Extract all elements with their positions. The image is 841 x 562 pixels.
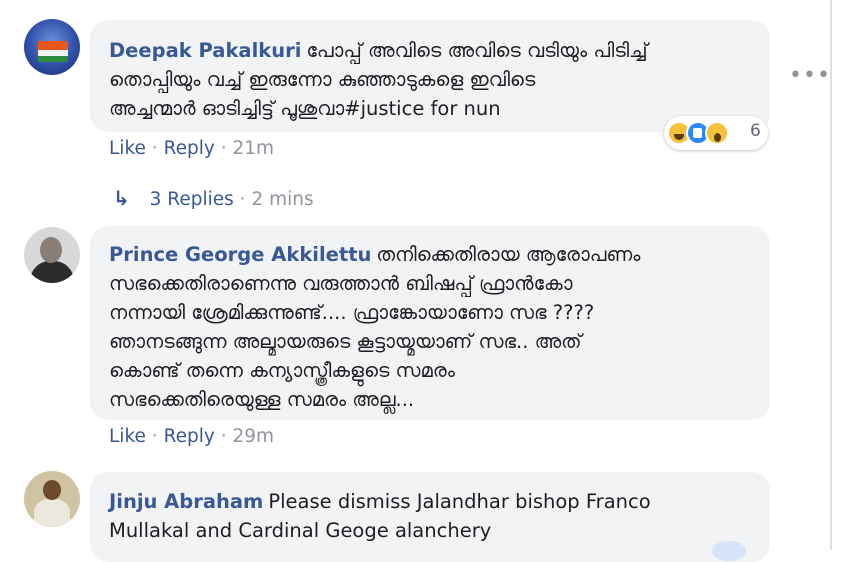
comment-line: തൊപ്പിയും വച്ച് ഇരുന്നോ കുഞ്ഞാടുകളെ ഇവിട… <box>109 68 536 91</box>
reactions-summary[interactable]: 6 <box>664 116 768 150</box>
timestamp[interactable]: 29m <box>232 426 274 447</box>
comment-author-link[interactable]: Prince George Akkilettu <box>109 243 371 266</box>
separator: · <box>220 426 227 447</box>
reply-link[interactable]: Reply <box>164 138 215 159</box>
view-replies-row[interactable]: ↳ 3 Replies · 2 mins <box>113 186 314 210</box>
separator: · <box>239 189 246 210</box>
comment-bubble: Jinju Abraham Please dismiss Jalandhar bi… <box>90 472 770 562</box>
comment-line: പോപ്പ് അവിടെ അവിടെ വടിയും പിടിച്ച് <box>306 39 648 62</box>
like-link[interactable]: Like <box>109 426 146 447</box>
reaction-count: 6 <box>750 121 761 141</box>
avatar[interactable] <box>24 19 80 75</box>
separator: · <box>151 426 158 447</box>
comment-line: തനിക്കെതിരായ ആരോപണം <box>376 243 641 266</box>
like-link[interactable]: Like <box>109 138 146 159</box>
reply-arrow-icon: ↳ <box>113 186 130 210</box>
comment-bubble: Deepak Pakalkuri പോപ്പ് അവിടെ അവിടെ വടിയു… <box>90 20 770 132</box>
comment-line: Mullakal and Cardinal Geoge alanchery <box>109 519 492 542</box>
separator: · <box>151 138 158 159</box>
comment-line: കൊണ്ട് തന്നെ കന്യാസ്ത്രീകളുടെ സമരം <box>109 359 455 382</box>
partial-reaction-chip <box>712 541 746 561</box>
separator: · <box>220 138 227 159</box>
replies-link[interactable]: 3 Replies <box>150 189 234 210</box>
comment-author-link[interactable]: Jinju Abraham <box>109 490 263 513</box>
comment-author-link[interactable]: Deepak Pakalkuri <box>109 39 301 62</box>
comment-line: സഭക്കെതിരെയുള്ള സമരം അല്ല... <box>109 388 415 411</box>
comment-line: Please dismiss Jalandhar bishop Franco <box>268 490 651 513</box>
comment-line: സഭക്കെതിരാണെന്നു വരുത്താൻ ബിഷപ്പ് ഫ്രാൻക… <box>109 272 573 295</box>
reply-link[interactable]: Reply <box>164 426 215 447</box>
avatar[interactable] <box>24 227 80 283</box>
comment-line: ഞാനടങ്ങുന്ന അല്മായരുടെ കൂട്ടായ്മയാണ് സഭ.… <box>109 330 582 353</box>
avatar[interactable] <box>24 471 80 527</box>
comment-text: Prince George Akkilettu തനിക്കെതിരായ ആരോപ… <box>109 240 752 414</box>
wow-icon <box>705 121 729 145</box>
comment-line: അച്ചന്മാർ ഓടിച്ചിട്ട് പൂശുവാ#justice for… <box>109 97 501 120</box>
comment-text: Jinju Abraham Please dismiss Jalandhar bi… <box>109 487 752 545</box>
comment-bubble: Prince George Akkilettu തനിക്കെതിരായ ആരോപ… <box>90 226 770 420</box>
comment-actions: Like · Reply · 21m <box>109 138 274 159</box>
timestamp[interactable]: 21m <box>232 138 274 159</box>
replies-time: 2 mins <box>251 189 314 210</box>
comment-actions: Like · Reply · 29m <box>109 426 274 447</box>
more-options-icon[interactable]: ••• <box>789 63 831 88</box>
comment-text: Deepak Pakalkuri പോപ്പ് അവിടെ അവിടെ വടിയു… <box>109 36 752 123</box>
comment-line: നന്നായി ശ്രേമിക്കുന്നുണ്ട്.... ഫ്രാങ്കോയ… <box>109 301 595 324</box>
